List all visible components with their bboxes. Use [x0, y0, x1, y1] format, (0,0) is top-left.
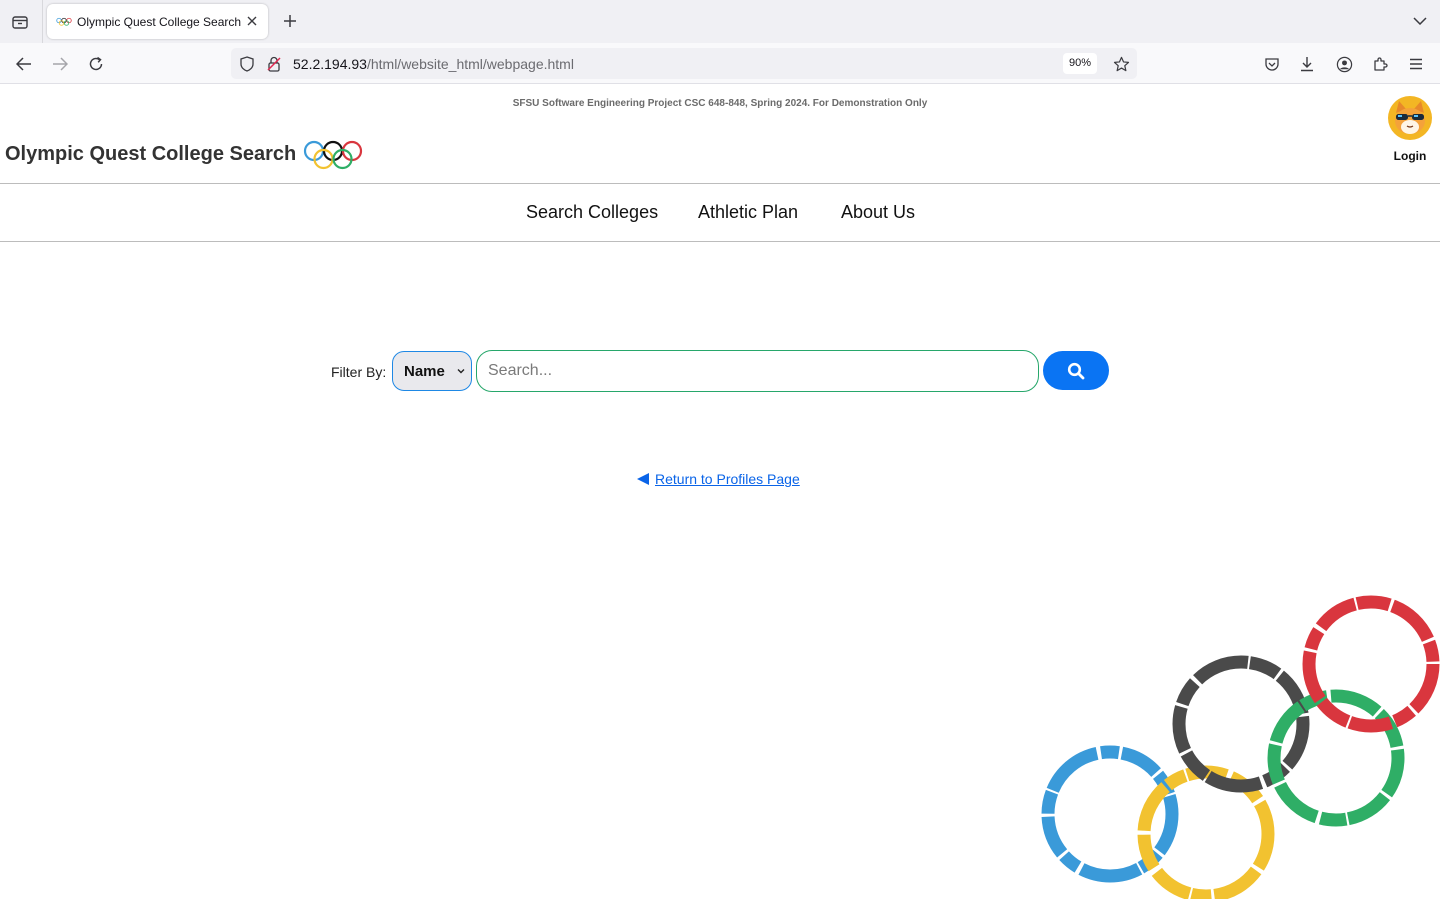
plus-icon[interactable]	[279, 10, 301, 32]
left-triangle-icon	[637, 473, 649, 485]
url-path: /html/website_html/webpage.html	[366, 56, 574, 72]
address-bar[interactable]: 52.2.194.93/html/website_html/webpage.ht…	[231, 48, 1137, 79]
search-placeholder: Search...	[488, 362, 553, 379]
chevron-down-icon[interactable]	[1410, 11, 1430, 31]
tab-list-icon[interactable]	[8, 10, 32, 34]
filter-label: Filter By:	[331, 364, 387, 380]
tab-title: Olympic Quest College Search	[77, 14, 242, 29]
browser-tab-bar: Olympic Quest College Search	[0, 0, 1440, 43]
reload-icon[interactable]	[84, 52, 108, 76]
search-icon	[1067, 362, 1085, 379]
return-link-label: Return to Profiles Page	[655, 471, 800, 487]
account-icon[interactable]	[1332, 52, 1356, 76]
pocket-icon[interactable]	[1260, 52, 1284, 76]
browser-nav-bar: 52.2.194.93/html/website_html/webpage.ht…	[0, 43, 1440, 84]
url-text[interactable]: 52.2.194.93/html/website_html/webpage.ht…	[293, 56, 574, 72]
close-icon[interactable]	[244, 13, 260, 29]
nav-about-us[interactable]: About Us	[841, 202, 915, 223]
login-button[interactable]: Login	[1383, 95, 1437, 163]
decorative-olympic-rings	[1041, 595, 1440, 899]
cat-avatar-icon	[1388, 96, 1432, 140]
download-icon[interactable]	[1295, 52, 1319, 76]
filter-selected-value: Name	[404, 362, 445, 380]
star-icon[interactable]	[1111, 54, 1131, 74]
zoom-level-badge[interactable]: 90%	[1063, 53, 1098, 74]
menu-icon[interactable]	[1404, 52, 1428, 76]
insecure-lock-icon[interactable]	[265, 55, 283, 73]
extensions-icon[interactable]	[1368, 52, 1392, 76]
search-button[interactable]	[1043, 351, 1109, 390]
browser-tab-active[interactable]: Olympic Quest College Search	[47, 4, 268, 39]
web-page: SFSU Software Engineering Project CSC 64…	[0, 84, 1440, 899]
site-title[interactable]: Olympic Quest College Search	[5, 143, 296, 166]
search-input[interactable]: Search...	[476, 350, 1039, 392]
login-label: Login	[1393, 149, 1427, 163]
olympic-rings-logo	[303, 140, 363, 170]
filter-select[interactable]: Name	[392, 351, 472, 391]
nav-athletic-plan[interactable]: Athletic Plan	[698, 202, 798, 223]
olympic-rings-favicon	[56, 17, 72, 26]
back-arrow-icon[interactable]	[12, 52, 36, 76]
main-nav: Search Colleges Athletic Plan About Us	[0, 183, 1440, 242]
demo-disclaimer: SFSU Software Engineering Project CSC 64…	[512, 98, 928, 109]
return-to-profiles-link[interactable]: Return to Profiles Page	[636, 471, 800, 487]
chevron-down-icon	[457, 369, 465, 374]
nav-search-colleges[interactable]: Search Colleges	[526, 202, 658, 223]
tab-bar-divider	[42, 0, 43, 43]
forward-arrow-icon[interactable]	[48, 52, 72, 76]
url-host: 52.2.194.93	[293, 56, 367, 72]
shield-icon[interactable]	[238, 55, 256, 73]
